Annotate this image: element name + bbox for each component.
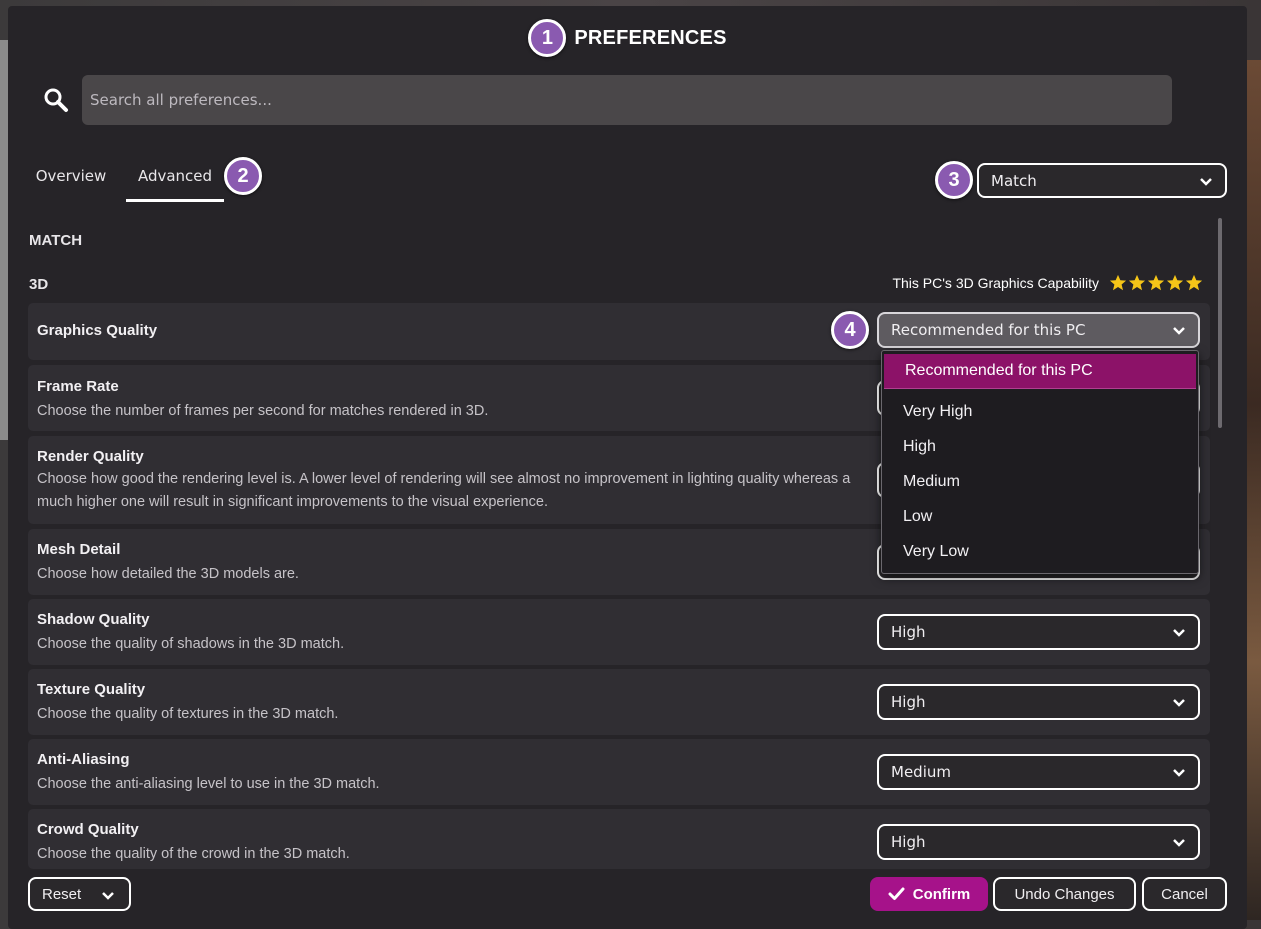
setting-row-crowd-quality: Crowd Quality Choose the quality of the … (28, 809, 1210, 869)
setting-name: Crowd Quality (37, 821, 139, 838)
texture-quality-value: High (891, 693, 926, 711)
setting-description: Choose the quality of the crowd in the 3… (37, 846, 350, 862)
setting-description: Choose the quality of textures in the 3D… (37, 706, 339, 722)
preferences-dialog: 1 PREFERENCES Overview Advanced 2 3 Matc… (8, 6, 1247, 929)
setting-name: Render Quality (37, 448, 144, 465)
graphics-quality-value: Recommended for this PC (891, 321, 1086, 339)
settings-scope-value: Match (991, 171, 1037, 190)
star-icon (1128, 274, 1146, 291)
graphics-quality-dropdown-menu: Recommended for this PC Very High High M… (881, 350, 1199, 574)
graphics-capability-rating: This PC's 3D Graphics Capability (892, 274, 1203, 292)
background-scene-edge-right (1245, 60, 1261, 920)
setting-description: Choose the quality of shadows in the 3D … (37, 636, 345, 652)
setting-name: Graphics Quality (37, 322, 158, 339)
chevron-down-icon (1200, 177, 1212, 186)
dropdown-option-recommended[interactable]: Recommended for this PC (884, 354, 1196, 389)
texture-quality-select[interactable]: High (877, 684, 1200, 720)
setting-description: Choose how detailed the 3D models are. (37, 566, 299, 582)
background-scene-edge-left (0, 40, 8, 440)
confirm-label: Confirm (912, 885, 971, 903)
setting-row-anti-aliasing: Anti-Aliasing Choose the anti-aliasing l… (28, 739, 1210, 805)
capability-label: This PC's 3D Graphics Capability (892, 275, 1099, 291)
graphics-quality-select[interactable]: Recommended for this PC (877, 312, 1200, 348)
tab-overview[interactable]: Overview (29, 166, 113, 202)
dropdown-option-medium[interactable]: Medium (882, 464, 1198, 499)
search-icon (44, 88, 68, 112)
setting-row-texture-quality: Texture Quality Choose the quality of te… (28, 669, 1210, 735)
setting-description: Choose how good the rendering level is. … (37, 471, 851, 510)
setting-name: Texture Quality (37, 681, 146, 698)
star-icon (1166, 274, 1184, 291)
chevron-down-icon (1173, 327, 1185, 335)
star-icon (1109, 274, 1127, 291)
dialog-header: 1 PREFERENCES (8, 18, 1247, 58)
chevron-down-icon (102, 892, 114, 900)
star-rating (1109, 274, 1203, 292)
shadow-quality-value: High (891, 623, 926, 641)
reset-button[interactable]: Reset (28, 877, 131, 911)
section-heading-match: MATCH (29, 232, 83, 249)
setting-name: Anti-Aliasing (37, 751, 130, 768)
chevron-down-icon (1173, 839, 1185, 847)
dropdown-option-very-high[interactable]: Very High (882, 394, 1198, 429)
crowd-quality-value: High (891, 833, 926, 851)
settings-scope-select[interactable]: Match (977, 163, 1227, 198)
star-icon (1147, 274, 1165, 291)
annotation-badge-3: 3 (935, 161, 973, 199)
anti-aliasing-value: Medium (891, 763, 951, 781)
setting-name: Frame Rate (37, 378, 119, 395)
reset-label: Reset (42, 885, 82, 903)
subsection-heading-3d: 3D (29, 276, 49, 293)
crowd-quality-select[interactable]: High (877, 824, 1200, 860)
setting-name: Mesh Detail (37, 541, 121, 558)
setting-description: Choose the anti-aliasing level to use in… (37, 776, 380, 792)
search-input[interactable] (82, 75, 1172, 125)
cancel-button[interactable]: Cancel (1142, 877, 1227, 911)
undo-changes-button[interactable]: Undo Changes (993, 877, 1136, 911)
chevron-down-icon (1173, 699, 1185, 707)
setting-row-shadow-quality: Shadow Quality Choose the quality of sha… (28, 599, 1210, 665)
anti-aliasing-select[interactable]: Medium (877, 754, 1200, 790)
dropdown-option-low[interactable]: Low (882, 499, 1198, 534)
scrollbar[interactable] (1218, 218, 1222, 428)
shadow-quality-select[interactable]: High (877, 614, 1200, 650)
setting-description: Choose the number of frames per second f… (37, 403, 489, 419)
chevron-down-icon (1173, 629, 1185, 637)
annotation-badge-2: 2 (224, 157, 262, 195)
tab-advanced[interactable]: Advanced (126, 166, 224, 202)
setting-name: Shadow Quality (37, 611, 150, 628)
annotation-badge-1: 1 (528, 19, 567, 57)
star-icon (1185, 274, 1203, 291)
dropdown-option-very-low[interactable]: Very Low (882, 534, 1198, 569)
confirm-button[interactable]: Confirm (870, 877, 988, 911)
annotation-badge-4: 4 (831, 311, 869, 349)
dropdown-option-high[interactable]: High (882, 429, 1198, 464)
page-title: PREFERENCES (574, 26, 727, 49)
checkmark-icon (888, 887, 905, 900)
chevron-down-icon (1173, 769, 1185, 777)
